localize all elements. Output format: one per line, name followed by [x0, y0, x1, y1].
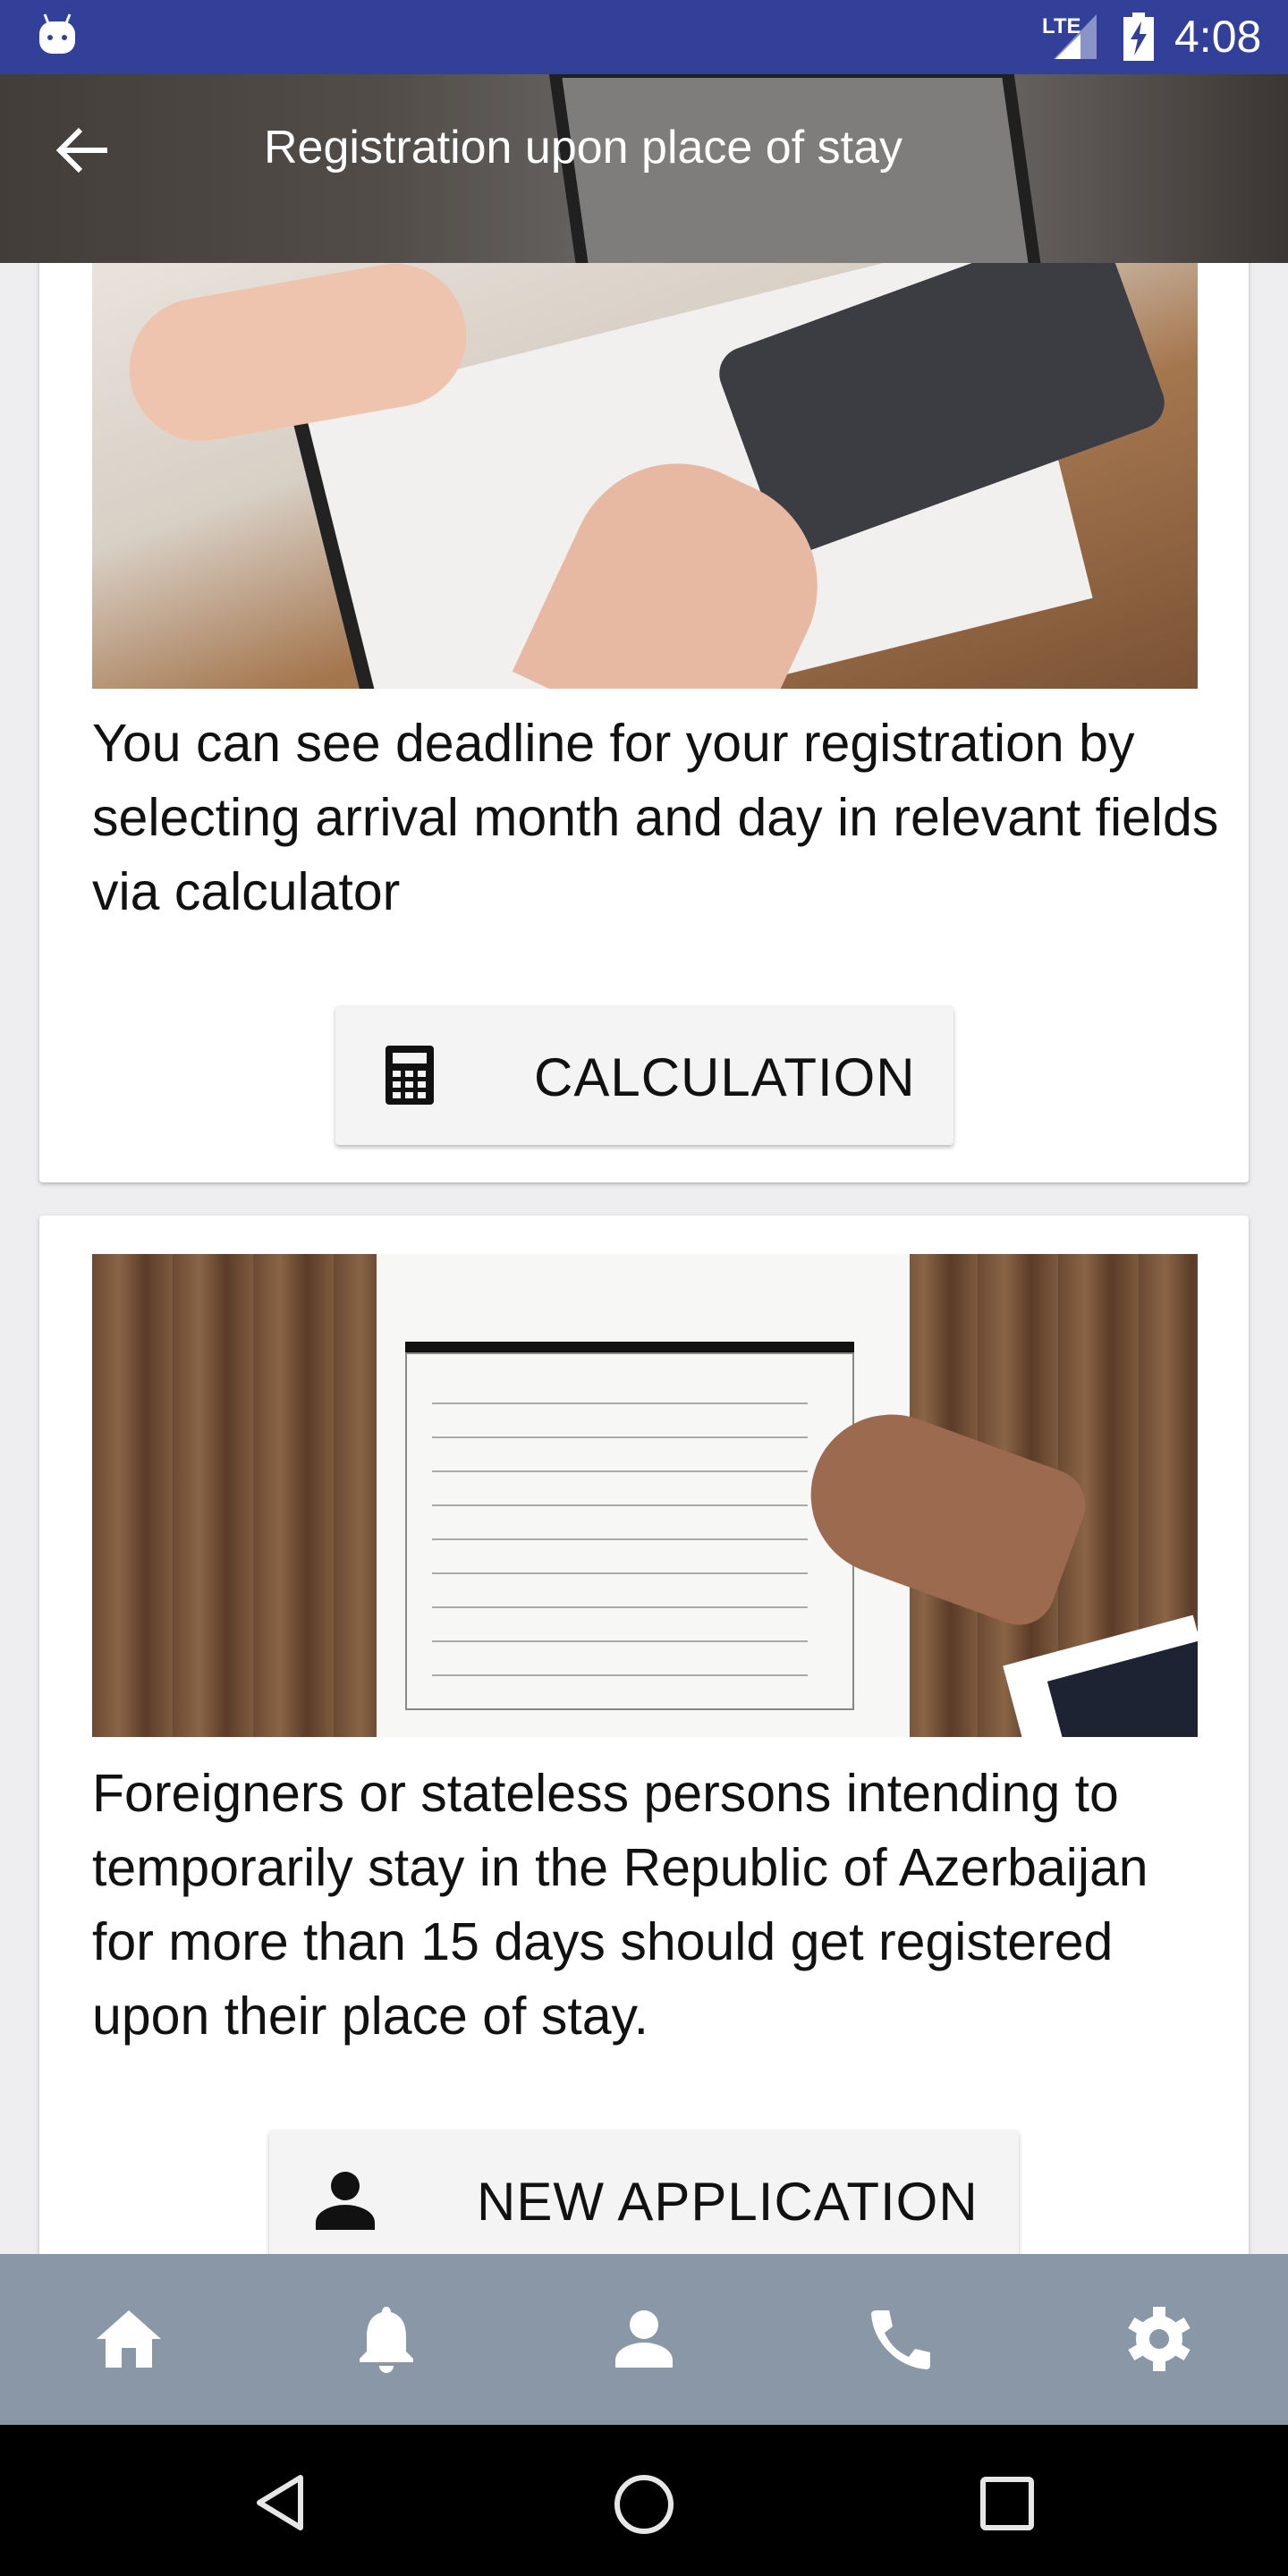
home-icon[interactable] [93, 2303, 165, 2375]
back-button[interactable] [52, 119, 114, 182]
android-notification-icon [39, 13, 75, 54]
calculator-image [92, 263, 1198, 689]
status-bar: LTE 4:08 [0, 0, 1288, 74]
recents-icon[interactable] [980, 2477, 1034, 2530]
clock: 4:08 [1174, 12, 1262, 62]
calculation-button-label: CALCULATION [534, 1047, 916, 1107]
bell-icon[interactable] [351, 2303, 422, 2375]
phone-icon[interactable] [866, 2303, 937, 2375]
new-application-card: Foreigners or stateless persons intendin… [39, 1216, 1249, 2378]
page-title: Registration upon place of stay [264, 122, 902, 174]
toolbar: Registration upon place of stay [0, 74, 1288, 263]
lte-signal-icon [1054, 14, 1097, 59]
new-application-description: Foreigners or stateless persons intendin… [92, 1764, 1148, 2046]
calculator-icon [386, 1046, 434, 1105]
system-navigation-bar [0, 2425, 1288, 2576]
person-icon [316, 2172, 375, 2230]
back-icon[interactable] [254, 2474, 308, 2531]
new-application-button-label: NEW APPLICATION [477, 2172, 979, 2232]
profile-icon[interactable] [608, 2303, 680, 2375]
home-circle-icon[interactable] [614, 2474, 674, 2535]
bottom-navigation [0, 2254, 1288, 2425]
calculation-description: You can see deadline for your registrati… [92, 714, 1219, 921]
gear-icon[interactable] [1123, 2303, 1195, 2375]
form-image [92, 1254, 1198, 1737]
new-application-button[interactable]: NEW APPLICATION [269, 2130, 1019, 2269]
calculation-card: You can see deadline for your registrati… [39, 179, 1249, 1182]
calculation-button[interactable]: CALCULATION [335, 1005, 953, 1145]
battery-charging-icon [1123, 13, 1154, 61]
